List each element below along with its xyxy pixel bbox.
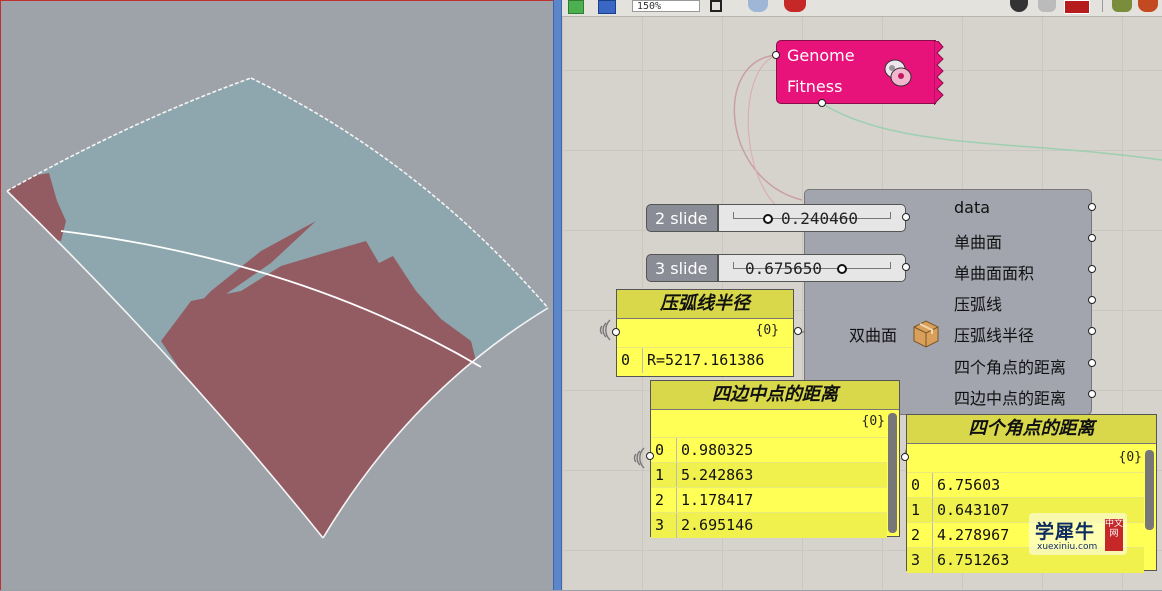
panel-scrollbar[interactable] [888, 413, 897, 533]
table-row: 1 5.242863 [651, 462, 887, 488]
slider-2-value: 0.240460 [781, 209, 859, 228]
surface-render [6, 77, 549, 539]
output-pressed-arc[interactable]: 压弧线 [954, 291, 1002, 315]
panel-corner-points-input-port[interactable] [901, 453, 909, 461]
slider-3-value: 0.675650 [745, 259, 823, 278]
plugin-icon-1[interactable] [1112, 0, 1132, 12]
canvas-toolbar: 150% [562, 0, 1162, 17]
input-double-surface[interactable]: 双曲面 [849, 322, 897, 346]
panel-edge-midpoints-input-port[interactable] [646, 452, 654, 460]
panel-edge-midpoints-title: 四边中点的距离 [651, 381, 899, 410]
output-arc-radius[interactable]: 压弧线半径 [954, 322, 1034, 346]
eye-icon[interactable] [748, 0, 768, 12]
panel-scrollbar[interactable] [1145, 450, 1154, 530]
slider-2-track[interactable]: 0.240460 [718, 204, 906, 232]
eraser-icon[interactable] [1038, 0, 1056, 12]
watermark-logo: 学犀牛 xuexiniu.com 中文网 [1029, 513, 1127, 555]
panel-arc-radius-input-port[interactable] [612, 328, 620, 336]
panel-edge-midpoints-path: {0} [861, 414, 885, 429]
output-port-area[interactable] [1088, 265, 1096, 273]
watermark-url: xuexiniu.com [1037, 542, 1098, 552]
galapagos-component[interactable]: Genome Fitness [776, 40, 944, 105]
output-port-arc[interactable] [1088, 296, 1096, 304]
slider-3-name: 3 slide [646, 254, 718, 282]
fitness-input-port[interactable] [818, 99, 826, 107]
zoom-dropdown[interactable]: 150% [632, 0, 700, 12]
watermark-seal: 中文网 [1105, 519, 1123, 551]
panel-arc-radius-path: {0} [755, 323, 779, 338]
preview-green-icon[interactable] [568, 0, 584, 14]
save-icon[interactable] [598, 0, 616, 14]
viewport-splitter[interactable] [553, 0, 562, 590]
table-row: 0 0.980325 [651, 437, 887, 463]
cluster-box-icon [913, 320, 939, 348]
slider-2[interactable]: 2 slide 0.240460 [646, 204, 910, 234]
panel-stream-icon [633, 447, 645, 469]
output-single-surface-area[interactable]: 单曲面面积 [954, 260, 1034, 284]
output-corner-distances[interactable]: 四个角点的距离 [954, 354, 1066, 378]
rhino-viewport[interactable] [0, 0, 556, 590]
zigzag-edge [934, 41, 944, 105]
genome-label: Genome [787, 46, 855, 65]
output-port-midpoints[interactable] [1088, 390, 1096, 398]
plugin-icon-2[interactable] [1138, 0, 1158, 12]
output-single-surface[interactable]: 单曲面 [954, 229, 1002, 253]
slider-3[interactable]: 3 slide 0.675650 [646, 254, 910, 284]
galapagos-icon [884, 59, 912, 87]
panel-edge-midpoints[interactable]: 四边中点的距离 {0} 0 0.980325 1 5.242863 2 1.17841… [650, 380, 900, 538]
output-edge-midpoint-distances[interactable]: 四边中点的距离 [954, 385, 1066, 409]
panel-corner-points-title: 四个角点的距离 [907, 415, 1156, 444]
fitness-label: Fitness [787, 77, 843, 96]
slider-2-name: 2 slide [646, 204, 718, 232]
genome-input-port[interactable] [772, 51, 780, 59]
slider-3-track[interactable]: 0.675650 [718, 254, 906, 282]
pen-icon[interactable] [784, 0, 806, 12]
watermark-main-text: 学犀牛 [1035, 521, 1096, 543]
panel-arc-radius[interactable]: 压弧线半径 {0} 0 R=5217.161386 [616, 289, 794, 377]
slider-3-knob[interactable] [837, 264, 847, 274]
bake-icon[interactable] [1064, 0, 1090, 14]
output-port-data[interactable] [1088, 203, 1096, 211]
output-port-radius[interactable] [1088, 327, 1096, 335]
grasshopper-canvas[interactable]: 150% Genome Fitness data 单曲面 单曲面面积 压弧线 压… [562, 0, 1162, 590]
panel-corner-points-path: {0} [1118, 450, 1142, 465]
panel-stream-icon [599, 319, 611, 341]
hat-icon[interactable] [1010, 0, 1028, 12]
slider-2-output-port[interactable] [902, 213, 910, 221]
toolbar-separator [1102, 0, 1103, 12]
input-port-double-surface[interactable] [794, 327, 802, 335]
table-row: 2 1.178417 [651, 487, 887, 513]
output-port-corners[interactable] [1088, 359, 1096, 367]
output-data[interactable]: data [954, 198, 990, 217]
zoom-fit-icon[interactable] [710, 0, 722, 12]
table-row: 0 R=5217.161386 [617, 347, 793, 373]
table-row: 3 2.695146 [651, 512, 887, 538]
slider-2-knob[interactable] [763, 214, 773, 224]
panel-arc-radius-title: 压弧线半径 [617, 290, 793, 319]
slider-3-output-port[interactable] [902, 263, 910, 271]
table-row: 0 6.75603 [907, 472, 1144, 498]
output-port-single-surface[interactable] [1088, 234, 1096, 242]
